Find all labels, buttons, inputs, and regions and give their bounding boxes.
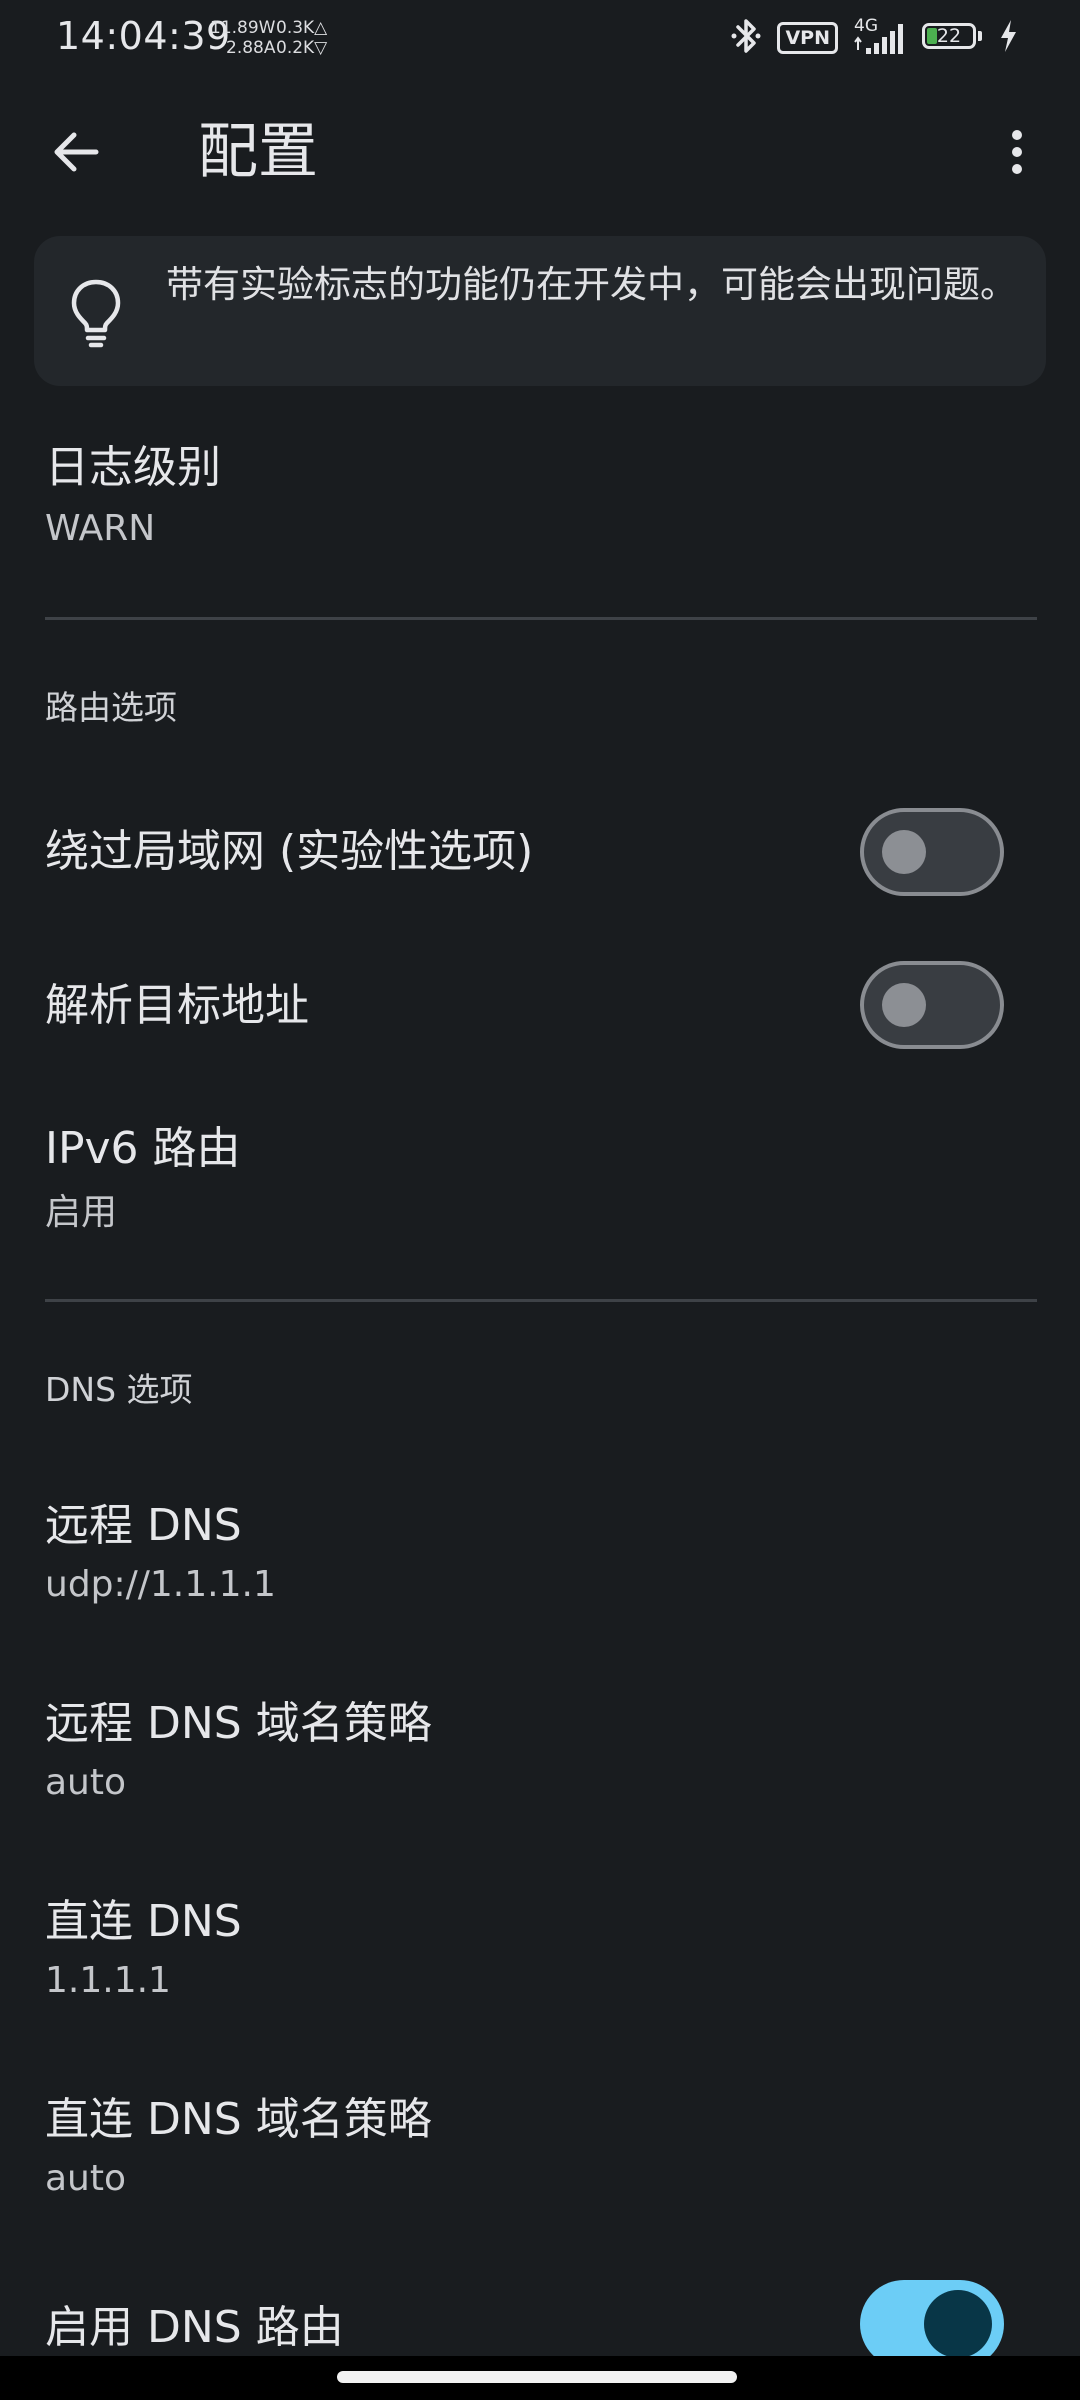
power-watts: 11.89W [210, 18, 276, 38]
enable-dns-routing-title: 启用 DNS 路由 [45, 2302, 344, 2353]
bluetooth-icon [729, 16, 763, 60]
ipv6-route-value: 启用 [45, 1192, 118, 1233]
arrow-left-icon [54, 132, 99, 172]
switch-knob [924, 2290, 992, 2358]
ipv6-route-title: IPv6 路由 [45, 1123, 241, 1174]
divider [45, 617, 1037, 620]
gesture-handle[interactable] [337, 2371, 737, 2383]
dns-section-header: DNS 选项 [45, 1370, 193, 1409]
bypass-lan-title: 绕过局域网 (实验性选项) [45, 826, 534, 877]
navigation-bar [0, 2356, 1080, 2400]
enable-dns-routing-switch[interactable] [860, 2280, 1004, 2368]
switch-knob [882, 830, 926, 874]
routing-section-header: 路由选项 [45, 688, 177, 727]
vpn-icon: VPN [777, 22, 838, 54]
direct-dns-value: 1.1.1.1 [45, 1960, 171, 2001]
signal-icon: 4G [852, 16, 908, 58]
log-level-title: 日志级别 [45, 442, 221, 493]
charging-icon [998, 19, 1018, 57]
more-vert-icon [1012, 130, 1022, 174]
direct-dns-title: 直连 DNS [45, 1896, 242, 1947]
divider [45, 1299, 1037, 1302]
switch-knob [882, 983, 926, 1027]
battery-level: 22 [936, 25, 962, 47]
battery-icon: 22 [922, 23, 984, 53]
direct-dns-strategy-title: 直连 DNS 域名策略 [45, 2094, 432, 2145]
status-bar: 14:04:39 11.89W 2.88A 0.3K△ 0.2K▽ VPN 4G [0, 0, 1080, 76]
lightbulb-icon [71, 279, 121, 348]
status-icons: VPN 4G 22 [729, 16, 1018, 60]
more-options-button[interactable] [982, 112, 1052, 192]
remote-dns-title: 远程 DNS [45, 1500, 242, 1551]
experimental-notice-text: 带有实验标志的功能仍在开发中，可能会出现问题。 [166, 263, 1017, 306]
remote-dns-strategy-title: 远程 DNS 域名策略 [45, 1698, 432, 1749]
resolve-destination-title: 解析目标地址 [45, 980, 309, 1031]
remote-dns-value: udp://1.1.1.1 [45, 1564, 276, 1605]
net-down: 0.2K▽ [276, 38, 328, 58]
power-readout: 11.89W 2.88A [210, 18, 275, 58]
status-time: 14:04:39 [56, 14, 231, 58]
back-button[interactable] [36, 112, 116, 192]
direct-dns-strategy-value: auto [45, 2158, 127, 2199]
remote-dns-strategy-value: auto [45, 1762, 127, 1803]
page-title: 配置 [198, 117, 318, 187]
network-speed: 0.3K△ 0.2K▽ [276, 18, 327, 58]
bypass-lan-switch[interactable] [860, 808, 1004, 896]
resolve-destination-switch[interactable] [860, 961, 1004, 1049]
power-amps: 2.88A [226, 38, 276, 58]
net-up: 0.3K△ [276, 18, 328, 38]
app-bar: 配置 [0, 80, 1080, 216]
experimental-notice-card: 带有实验标志的功能仍在开发中，可能会出现问题。 [34, 236, 1046, 386]
log-level-value: WARN [45, 508, 156, 549]
